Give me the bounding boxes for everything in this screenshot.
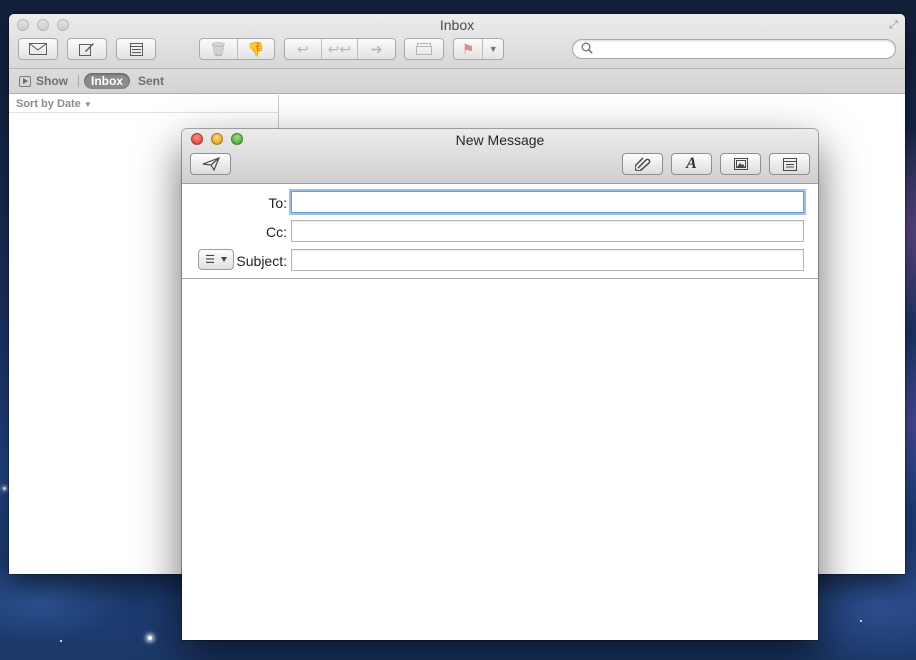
- reply-all-icon[interactable]: ↩↩: [322, 39, 359, 59]
- search-field[interactable]: [572, 39, 896, 59]
- photo-browser-button[interactable]: [720, 153, 761, 175]
- forward-icon[interactable]: ➔: [358, 39, 395, 59]
- format-button[interactable]: A: [671, 153, 712, 175]
- cc-field[interactable]: [291, 220, 804, 242]
- font-icon: A: [686, 155, 697, 172]
- subject-row: Subject:: [182, 249, 818, 273]
- note-icon: [129, 42, 143, 56]
- star: [860, 620, 862, 622]
- star: [60, 640, 62, 642]
- window-title: New Message: [455, 132, 545, 148]
- show-mailboxes-button[interactable]: Show: [19, 74, 68, 88]
- envelope-icon: [29, 43, 47, 55]
- chevron-down-icon[interactable]: ▼: [483, 39, 503, 59]
- message-body[interactable]: [182, 280, 818, 640]
- cc-row: Cc:: [182, 220, 818, 244]
- template-button[interactable]: [769, 153, 810, 175]
- chevron-down-icon: [220, 257, 227, 262]
- chevron-down-icon: ▼: [83, 100, 92, 109]
- header-fields-menu[interactable]: ☰: [198, 249, 234, 270]
- cc-label: Cc:: [266, 224, 287, 240]
- reply-group: ↩ ↩↩ ➔: [284, 38, 396, 60]
- get-mail-button[interactable]: [18, 38, 58, 60]
- compose-icon: [79, 43, 94, 56]
- to-row: To:: [182, 191, 818, 215]
- paperclip-icon: [634, 157, 650, 171]
- mailbox-sent[interactable]: Sent: [138, 74, 164, 88]
- subject-field[interactable]: [291, 249, 804, 271]
- star: [148, 636, 152, 640]
- trash-icon[interactable]: 🗑: [200, 39, 238, 59]
- note-button[interactable]: [116, 38, 156, 60]
- fullscreen-icon[interactable]: ⤢: [887, 19, 900, 32]
- archive-icon: [416, 43, 432, 55]
- show-label: Show: [36, 74, 68, 88]
- to-field[interactable]: [291, 191, 804, 213]
- compose-button[interactable]: [67, 38, 107, 60]
- new-message-window: New Message A To: Cc: Subject: ☰: [182, 129, 818, 640]
- junk-icon[interactable]: 👎: [238, 39, 275, 59]
- sort-menu[interactable]: Sort by Date ▼: [9, 95, 278, 113]
- flag-icon[interactable]: ⚑: [454, 39, 484, 59]
- trash-junk-group: 🗑 👎: [199, 38, 275, 60]
- window-title: Inbox: [439, 17, 475, 33]
- attach-button[interactable]: [622, 153, 663, 175]
- subject-label: Subject:: [236, 253, 287, 269]
- flag-group: ⚑ ▼: [453, 38, 504, 60]
- divider: [78, 75, 79, 87]
- search-icon: [581, 42, 593, 54]
- favorites-bar: Show Inbox Sent: [9, 69, 905, 94]
- message-header-fields: To: Cc: Subject:: [182, 184, 818, 279]
- star: [3, 487, 6, 490]
- list-icon: ☰: [205, 254, 215, 266]
- main-toolbar: Inbox ⤢ 🗑 👎 ↩ ↩↩ ➔ ⚑ ▼: [9, 14, 905, 69]
- archive-button[interactable]: [404, 38, 444, 60]
- send-button[interactable]: [190, 153, 231, 175]
- compose-toolbar: New Message A: [182, 129, 818, 184]
- sort-label: Sort by Date: [16, 98, 81, 110]
- template-icon: [782, 157, 797, 171]
- photo-icon: [733, 158, 748, 170]
- send-icon: [202, 157, 220, 171]
- mailbox-inbox[interactable]: Inbox: [84, 73, 130, 89]
- show-mailboxes-icon: [19, 75, 31, 87]
- reply-icon[interactable]: ↩: [285, 39, 322, 59]
- to-label: To:: [268, 195, 287, 211]
